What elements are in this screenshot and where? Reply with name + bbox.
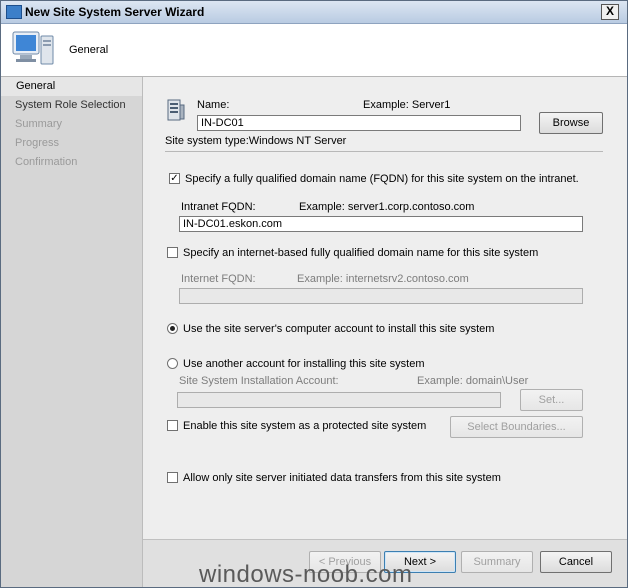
wizard-window: New Site System Server Wizard X General … — [0, 0, 628, 588]
protected-site-checkbox-label: Enable this site system as a protected s… — [183, 420, 427, 432]
wizard-sidebar: General System Role Selection Summary Pr… — [1, 77, 143, 587]
sidebar-item-confirmation: Confirmation — [15, 156, 78, 168]
header-title: General — [69, 44, 109, 56]
site-system-type: Site system type:Windows NT Server — [165, 135, 347, 147]
internet-fqdn-checkbox-label: Specify an internet-based fully qualifie… — [183, 247, 539, 259]
protected-site-checkbox[interactable] — [167, 420, 178, 431]
computer-account-radio-label: Use the site server's computer account t… — [183, 323, 495, 335]
name-label: Name: — [197, 99, 230, 111]
select-boundaries-button[interactable]: Select Boundaries... — [450, 416, 583, 438]
browse-button[interactable]: Browse — [539, 112, 603, 134]
another-account-radio-label: Use another account for installing this … — [183, 358, 425, 370]
sidebar-item-system-role-selection[interactable]: System Role Selection — [1, 96, 142, 115]
window-title: New Site System Server Wizard — [25, 5, 205, 19]
close-button[interactable]: X — [601, 4, 619, 20]
separator — [165, 151, 603, 152]
computer-icon — [12, 31, 54, 65]
name-example: Example: Server1 — [363, 99, 451, 111]
internet-fqdn-example: Example: internetsrv2.contoso.com — [297, 273, 469, 285]
wizard-header: General — [1, 24, 627, 77]
server-icon — [167, 99, 185, 121]
intranet-fqdn-label: Intranet FQDN: — [181, 201, 256, 213]
title-bar: New Site System Server Wizard X — [1, 1, 627, 24]
sidebar-item-general[interactable]: General — [1, 77, 142, 96]
intranet-fqdn-input[interactable]: IN-DC01.eskon.com — [179, 216, 583, 232]
watermark-text: windows-noob.com — [199, 561, 413, 588]
computer-account-radio[interactable] — [167, 323, 178, 334]
allow-transfers-checkbox[interactable] — [167, 472, 178, 483]
intranet-fqdn-example: Example: server1.corp.contoso.com — [299, 201, 475, 213]
sidebar-item-summary: Summary — [15, 118, 63, 130]
fqdn-checkbox[interactable]: ✓ — [169, 173, 180, 184]
wizard-content: Name: Example: Server1 IN-DC01 Browse Si… — [143, 77, 627, 539]
install-account-label: Site System Installation Account: — [179, 375, 339, 387]
internet-fqdn-checkbox[interactable] — [167, 247, 178, 258]
summary-button[interactable]: Summary — [461, 551, 533, 573]
set-button[interactable]: Set... — [520, 389, 583, 411]
internet-fqdn-label: Internet FQDN: — [181, 273, 256, 285]
fqdn-checkbox-label: Specify a fully qualified domain name (F… — [185, 173, 579, 185]
allow-transfers-checkbox-label: Allow only site server initiated data tr… — [183, 472, 501, 484]
cancel-button[interactable]: Cancel — [540, 551, 612, 573]
install-account-example: Example: domain\User — [417, 375, 529, 387]
internet-fqdn-input[interactable] — [179, 288, 583, 304]
sidebar-item-progress: Progress — [15, 137, 60, 149]
app-icon — [6, 5, 22, 19]
install-account-input[interactable] — [177, 392, 501, 408]
another-account-radio[interactable] — [167, 358, 178, 369]
name-input[interactable]: IN-DC01 — [197, 115, 521, 131]
